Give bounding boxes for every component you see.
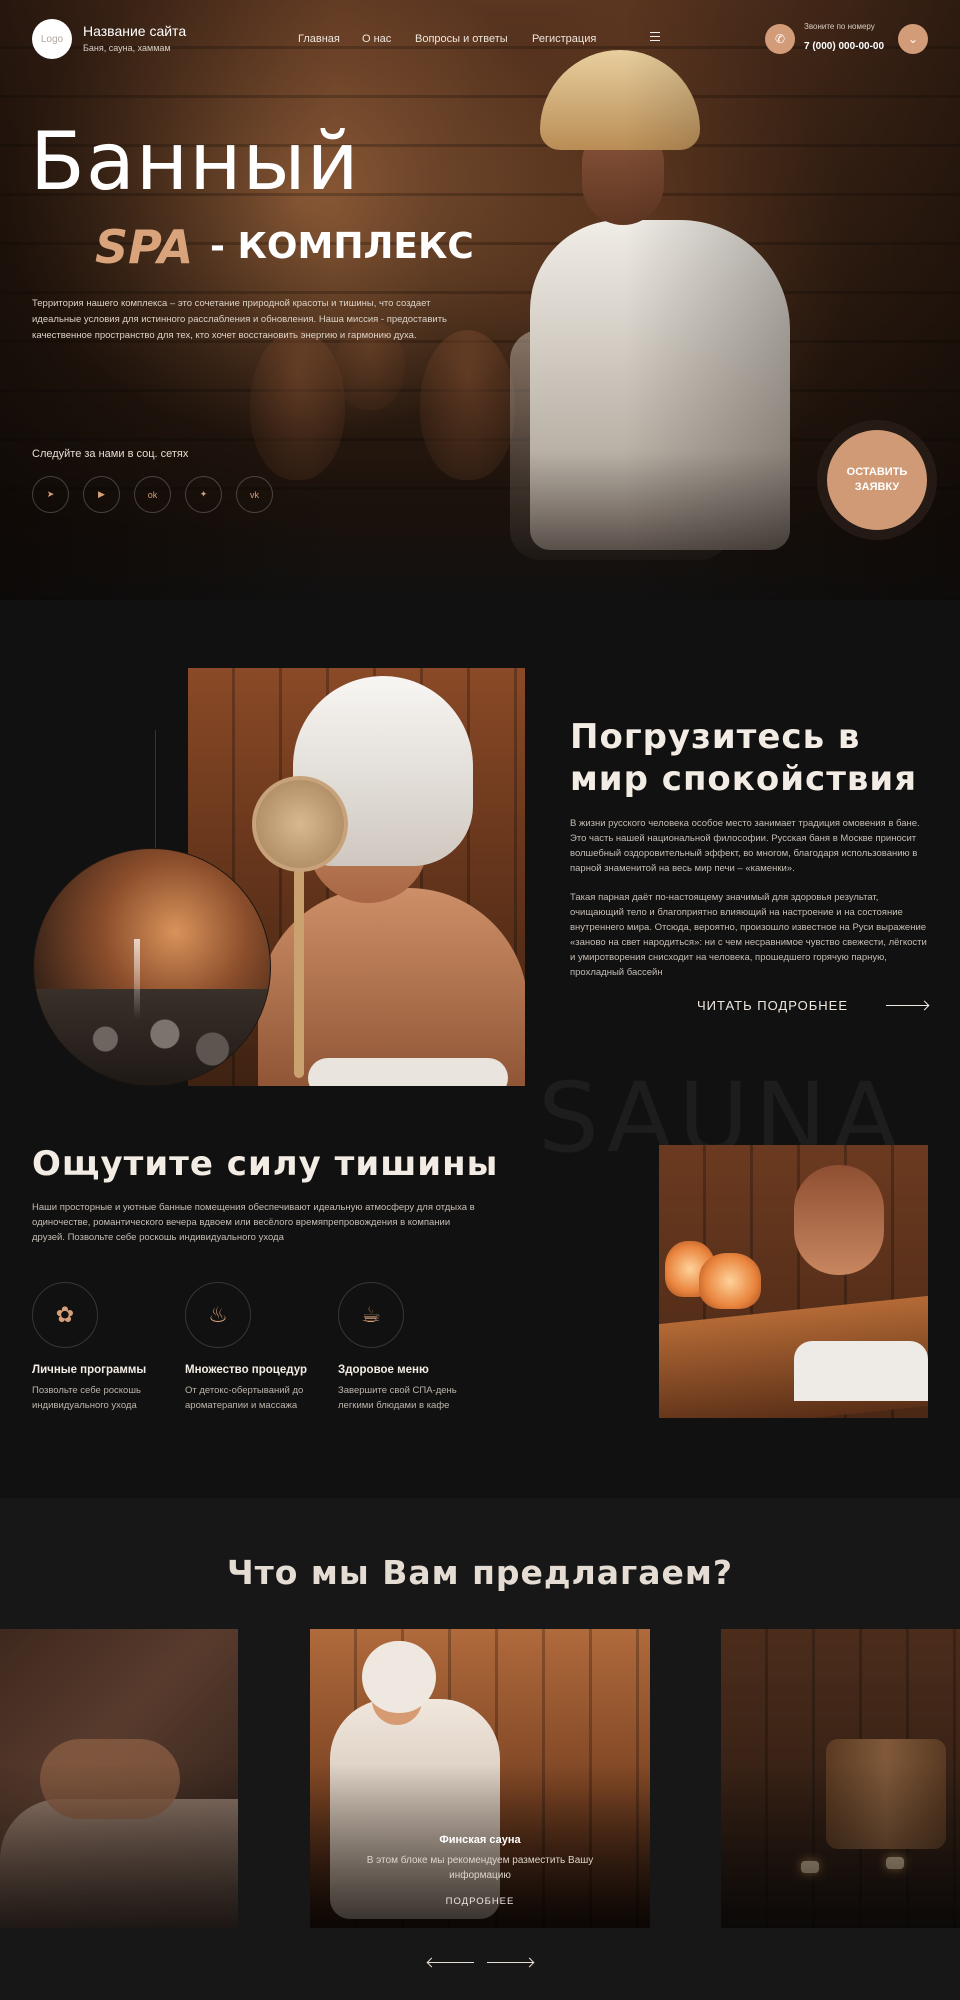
feature-personal-programs: ✿ Личные программы Позвольте себе роскош…: [32, 1282, 182, 1413]
follow-label: Следуйте за нами в соц. сетях: [32, 448, 189, 460]
decor-line: [155, 730, 156, 850]
service-card-title: Финская сауна: [439, 1834, 521, 1846]
feature-procedures: ♨ Множество процедур От детокс-обертыван…: [185, 1282, 335, 1413]
feature-description: Завершите свой СПА-день легкими блюдами …: [338, 1385, 457, 1411]
read-more-link[interactable]: ЧИТАТЬ ПОДРОБНЕЕ: [697, 998, 848, 1013]
feature-description: Позвольте себе роскошь индивидуального у…: [32, 1385, 141, 1411]
feature-title: Личные программы: [32, 1364, 147, 1376]
feature-title: Здоровое меню: [338, 1364, 429, 1376]
hero-title-spa: SPA: [95, 220, 194, 274]
phone-number[interactable]: 7 (000) 000-00-00: [804, 41, 884, 52]
phone-icon[interactable]: ✆: [765, 24, 795, 54]
chevron-down-icon[interactable]: ⌄: [898, 24, 928, 54]
telegram-icon[interactable]: ➤: [32, 476, 69, 513]
site-subtitle: Баня, сауна, хаммам: [83, 43, 171, 53]
candles-icon: ♨: [185, 1282, 251, 1348]
service-card-more-link[interactable]: ПОДРОБНЕЕ: [310, 1896, 650, 1907]
vk-icon[interactable]: vk: [236, 476, 273, 513]
arrow-right-icon[interactable]: [487, 1962, 533, 1963]
arrow-left-icon[interactable]: [428, 1962, 474, 1963]
logo[interactable]: Logo: [32, 19, 72, 59]
stove-stones-photo: [33, 848, 271, 1086]
social-links: ➤ ▶ ok ✦ vk: [32, 476, 273, 513]
twitter-icon[interactable]: ✦: [185, 476, 222, 513]
leave-request-button[interactable]: ОСТАВИТЬ ЗАЯВКУ: [827, 430, 927, 530]
serving-dish-icon: ☕: [338, 1282, 404, 1348]
nav-about[interactable]: О нас: [362, 33, 391, 45]
hero-title: Банный: [30, 115, 360, 208]
silence-description: Наши просторные и уютные банные помещени…: [32, 1202, 475, 1243]
feature-title: Множество процедур: [185, 1364, 307, 1376]
spa-kit-icon: ✿: [32, 1282, 98, 1348]
arrow-right-icon[interactable]: [886, 1005, 928, 1006]
salt-lamps-photo: [659, 1145, 928, 1418]
service-card-finnish-sauna[interactable]: [310, 1629, 650, 1928]
hero-title-complex: - КОМПЛЕКС: [210, 226, 474, 267]
offer-title: Что мы Вам предлагаем?: [226, 1553, 734, 1592]
silence-title: Ощутите силу тишины: [32, 1144, 499, 1184]
site-title[interactable]: Название сайта: [83, 23, 186, 39]
phone-caption: Звоните по номеру: [804, 22, 875, 31]
about-paragraph-2: Такая парная даёт по-настоящему значимый…: [570, 892, 927, 978]
service-card-bath[interactable]: [721, 1629, 960, 1928]
nav-registration[interactable]: Регистрация: [532, 33, 596, 45]
burger-menu-icon[interactable]: [650, 32, 660, 41]
nav-home[interactable]: Главная: [298, 33, 340, 45]
service-card-massage[interactable]: [0, 1629, 238, 1928]
feature-description: От детокс-обертываний до ароматерапии и …: [185, 1385, 304, 1411]
about-paragraph-1: В жизни русского человека особое место з…: [570, 818, 920, 874]
service-card-text: В этом блоке мы рекомендуем разместить В…: [366, 1855, 594, 1881]
odnoklassniki-icon[interactable]: ok: [134, 476, 171, 513]
hero-description: Территория нашего комплекса – это сочета…: [32, 298, 447, 341]
youtube-icon[interactable]: ▶: [83, 476, 120, 513]
about-title: Погрузитесь в мир спокойствия: [570, 717, 918, 799]
nav-faq[interactable]: Вопросы и ответы: [415, 33, 508, 45]
feature-healthy-menu: ☕ Здоровое меню Завершите свой СПА-день …: [338, 1282, 488, 1413]
